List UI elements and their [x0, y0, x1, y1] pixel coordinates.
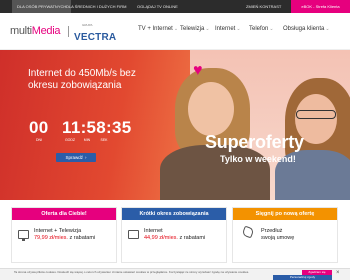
superoferty-promo: Superoferty Tylko w weekend!	[205, 132, 304, 164]
logo-separator	[68, 26, 69, 37]
countdown-label-minutes: MIN	[83, 138, 91, 142]
ebok-button[interactable]: eBOK - Strefa Klienta	[291, 0, 350, 13]
offer-card-title: Oferta dla Ciebie!	[12, 208, 116, 220]
topbar-link-business[interactable]: DLA ŚREDNICH I DUŻYCH FIRM	[61, 0, 131, 13]
heart-icon: ♥	[193, 62, 203, 79]
handshake-icon	[241, 225, 255, 239]
offer-price-line: 79,99 zł/mies. z rabatami	[34, 235, 96, 241]
superoferty-subtitle: Tylko w weekend!	[220, 154, 296, 164]
tv-icon	[18, 230, 29, 241]
countdown-label-hours: GODZ	[64, 138, 76, 142]
header: multiMedia GRUPA VECTRA TV + Internet⌄ T…	[0, 13, 350, 50]
offer-card-dla-ciebie[interactable]: Oferta dla Ciebie! Internet + Telewizja …	[11, 207, 117, 263]
cookie-customize-button[interactable]: Personalizuj zgody	[273, 275, 332, 280]
hero-banner[interactable]: ♥ Internet do 450Mb/s bez okresu zobowią…	[0, 50, 350, 200]
countdown-label-days: DNI	[35, 138, 43, 142]
chevron-down-icon: ⌄	[325, 26, 330, 32]
chevron-down-icon: ⌄	[269, 26, 274, 32]
multimedia-logo[interactable]: multiMedia	[10, 25, 61, 37]
offer-card-title: Krótki okres zobowiązania	[122, 208, 226, 220]
offer-card-nowa-oferta[interactable]: Sięgnij po nową ofertę Przedłuż swoją um…	[232, 207, 338, 263]
nav-tv-internet[interactable]: TV + Internet⌄	[138, 26, 178, 32]
vectra-logo[interactable]: GRUPA VECTRA	[74, 23, 116, 45]
countdown-time: 11:58:35	[62, 118, 132, 137]
nav-telefon[interactable]: Telefon⌄	[249, 26, 274, 32]
chevron-down-icon: ⌄	[205, 26, 210, 32]
superoferty-title: Superoferty	[205, 132, 304, 152]
chevron-down-icon: ⌄	[236, 26, 241, 32]
nav-telewizja[interactable]: Telewizja⌄	[180, 26, 210, 32]
nav-obsluga-klienta[interactable]: Obsługa klienta⌄	[283, 26, 330, 32]
chevron-down-icon: ⌄	[173, 26, 179, 32]
offer-line-2: swoją umowę	[261, 235, 295, 241]
offer-card-krotki-okres[interactable]: Krótki okres zobowiązania Internet 44,99…	[121, 207, 227, 263]
cookie-bar: Ta strona używa plików cookies. Dowiedz …	[0, 268, 350, 280]
offer-line: Przedłuż	[261, 228, 283, 234]
countdown-label-seconds: SEK	[100, 138, 108, 142]
close-icon[interactable]: ×	[336, 270, 340, 276]
countdown-days: 00	[29, 118, 49, 137]
offer-line: Internet	[144, 228, 163, 234]
laptop-icon	[128, 230, 139, 239]
hero-headline: Internet do 450Mb/s bez okresu zobowiąza…	[28, 68, 136, 91]
sprawdz-button[interactable]: Sprawdź ›	[56, 153, 96, 162]
offer-line: Internet + Telewizja	[34, 228, 82, 234]
nav-internet[interactable]: Internet⌄	[215, 26, 241, 32]
cookie-text: Ta strona używa plików cookies. Dowiedz …	[14, 270, 250, 274]
topbar-link-contrast[interactable]: ZMIEŃ KONTRAST	[241, 0, 286, 13]
top-bar: DLA OSÓB PRYWATNYCH DLA ŚREDNICH I DUŻYC…	[0, 0, 350, 13]
offer-cards: Oferta dla Ciebie! Internet + Telewizja …	[0, 200, 350, 268]
offer-card-title: Sięgnij po nową ofertę	[233, 208, 337, 220]
offer-price-line: 44,99 zł/mies. z rabatami	[144, 235, 206, 241]
arrow-right-icon: ›	[85, 155, 87, 160]
topbar-link-tv-online[interactable]: OGLĄDAJ TV ONLINE	[132, 0, 183, 13]
